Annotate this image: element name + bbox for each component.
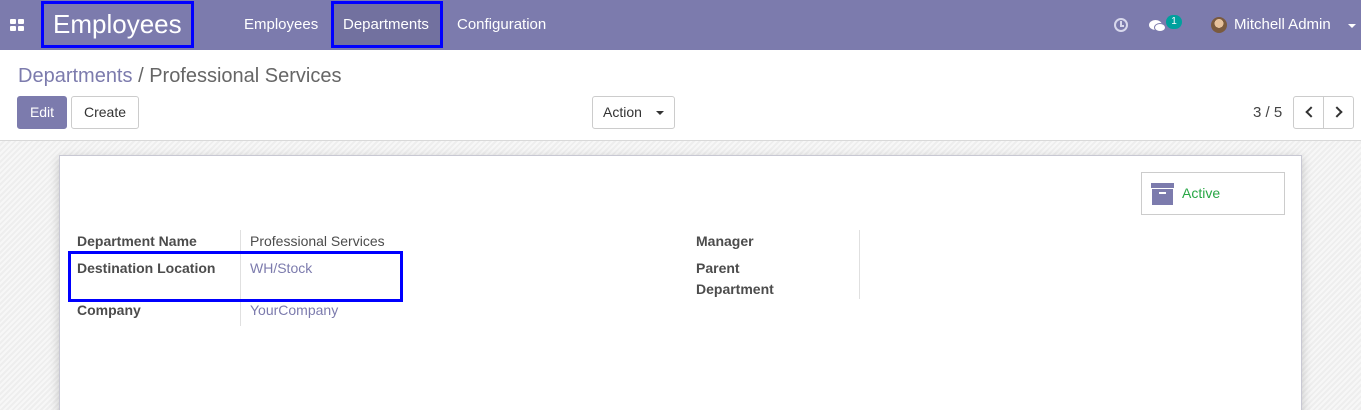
chevron-left-icon: [1305, 106, 1317, 118]
caret-down-icon[interactable]: [1348, 24, 1356, 28]
archive-icon: [1151, 183, 1174, 205]
create-button[interactable]: Create: [71, 96, 139, 129]
field-separator: [859, 230, 860, 299]
action-label: Action: [603, 104, 642, 120]
control-panel: Departments / Professional Services Edit…: [0, 50, 1361, 141]
menu-configuration[interactable]: Configuration: [457, 0, 546, 50]
user-menu[interactable]: Mitchell Admin: [1234, 0, 1331, 50]
breadcrumb-separator: /: [138, 65, 144, 87]
label-manager: Manager: [696, 233, 754, 249]
menu-employees[interactable]: Employees: [244, 0, 318, 50]
active-label: Active: [1182, 185, 1221, 201]
edit-button[interactable]: Edit: [17, 96, 67, 129]
user-avatar[interactable]: [1211, 17, 1227, 33]
active-toggle-button[interactable]: Active: [1141, 172, 1285, 215]
apps-grid-icon[interactable]: [10, 19, 24, 32]
menu-departments[interactable]: Departments: [331, 1, 443, 48]
destination-location-highlight: [68, 251, 403, 302]
chevron-right-icon: [1331, 106, 1343, 118]
label-company: Company: [77, 302, 141, 318]
chat-count-badge: 1: [1166, 15, 1182, 29]
caret-down-icon: [656, 111, 664, 115]
action-dropdown[interactable]: Action: [592, 96, 675, 129]
value-department-name: Professional Services: [250, 233, 385, 249]
pager-next-button[interactable]: [1323, 96, 1354, 129]
app-title[interactable]: Employees: [41, 1, 194, 48]
pager-value[interactable]: 3 / 5: [1253, 104, 1282, 121]
pager-previous-button[interactable]: [1293, 96, 1324, 129]
top-navbar: Employees Employees Departments Configur…: [0, 0, 1361, 50]
activity-clock-icon[interactable]: [1114, 18, 1128, 32]
breadcrumb: Departments / Professional Services: [18, 64, 342, 88]
label-department-name: Department Name: [77, 233, 197, 249]
value-company[interactable]: YourCompany: [250, 300, 338, 321]
breadcrumb-departments[interactable]: Departments: [18, 65, 133, 87]
label-parent-department: Parent Department: [696, 260, 774, 297]
breadcrumb-current: Professional Services: [149, 65, 342, 87]
